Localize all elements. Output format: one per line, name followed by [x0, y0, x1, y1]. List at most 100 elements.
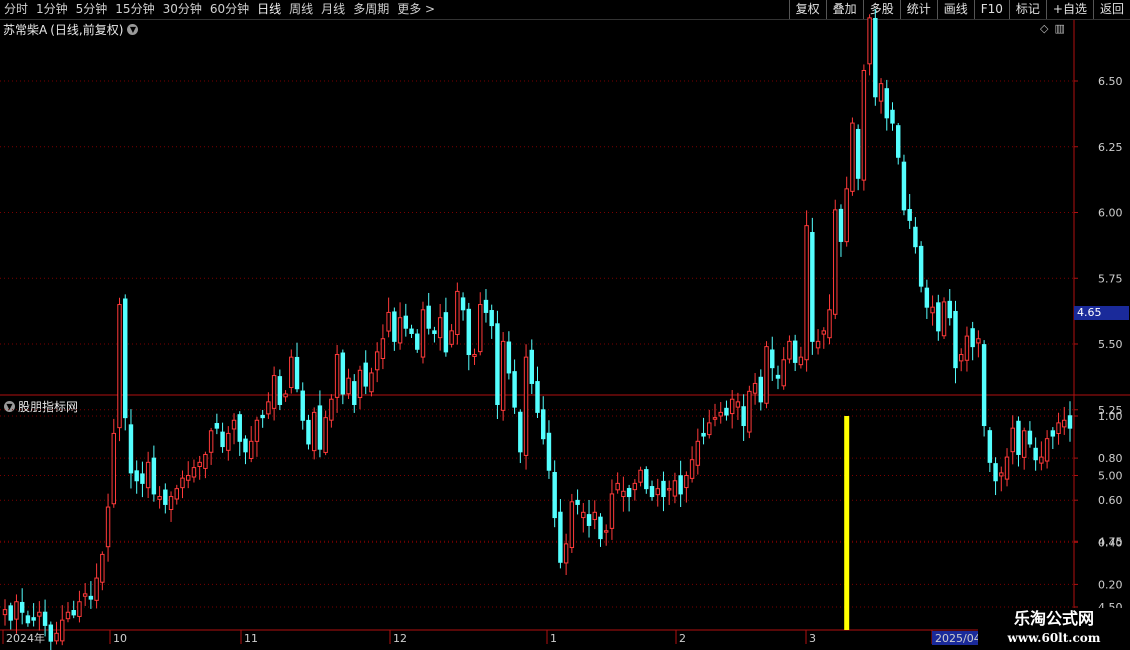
candle-body — [340, 352, 346, 395]
candle-body — [644, 469, 649, 490]
candle-body — [214, 423, 220, 429]
candle-body — [31, 617, 36, 621]
candle-body — [19, 601, 25, 613]
candle-body — [306, 419, 311, 445]
candle-body — [575, 499, 580, 505]
candle-body — [712, 417, 718, 420]
candle-body — [546, 432, 552, 471]
candle-body — [432, 330, 437, 334]
candle-body — [838, 208, 844, 242]
candle-body — [203, 453, 208, 469]
candle-body — [277, 376, 283, 405]
candle-body — [42, 611, 48, 626]
candle-body — [123, 298, 128, 419]
candle-body — [804, 225, 809, 361]
candle-body — [758, 376, 764, 403]
candle-body — [609, 493, 615, 529]
candle-body — [266, 401, 271, 415]
candle-body — [506, 341, 512, 374]
candle-body — [924, 287, 930, 308]
candle-body — [386, 311, 391, 332]
candle-body — [947, 300, 952, 319]
candle-body — [552, 472, 557, 519]
candle-body — [323, 417, 328, 453]
candle-body — [890, 109, 895, 124]
candle-body — [787, 340, 792, 360]
candle-body — [689, 459, 695, 479]
candle-body — [821, 330, 827, 335]
candle-body — [592, 511, 597, 520]
candle-body — [747, 390, 752, 433]
candle-body — [415, 333, 420, 350]
candle-body — [420, 309, 426, 358]
signal-bar — [844, 416, 850, 630]
candle-body — [60, 619, 65, 642]
candle-body — [403, 315, 409, 329]
candle-body — [208, 430, 214, 453]
candle-body — [729, 398, 735, 415]
candle-body — [603, 530, 609, 533]
candle-body — [289, 356, 294, 389]
candle-body — [77, 601, 82, 617]
candle-body — [855, 128, 861, 179]
candle-body — [964, 335, 970, 361]
candle-body — [392, 311, 397, 342]
candle-body — [380, 338, 386, 359]
candle-body — [157, 496, 162, 500]
candle-body — [220, 431, 225, 448]
candle-body — [94, 577, 99, 601]
candle-body — [512, 371, 517, 408]
candle-body — [14, 601, 19, 620]
candle-body — [472, 354, 477, 357]
candle-body — [678, 475, 683, 495]
candle-body — [2, 609, 8, 616]
candle-body — [941, 301, 947, 337]
candle-body — [254, 419, 260, 442]
candle-body — [930, 306, 935, 314]
candle-body — [300, 390, 305, 421]
x-tick-label: 2025/04 — [935, 632, 981, 645]
candle-body — [718, 411, 723, 417]
candle-body — [25, 615, 31, 624]
candle-body — [1004, 456, 1010, 480]
candle-body — [226, 432, 231, 451]
candle-body — [621, 490, 626, 498]
candle-body — [649, 486, 655, 498]
watermark: 乐淘公式网 www.60lt.com — [978, 608, 1130, 650]
candle-body — [443, 312, 449, 353]
candle-body — [500, 340, 506, 411]
y-tick-label: 6.50 — [1098, 75, 1123, 88]
kline-chart[interactable]: 6.506.256.005.755.505.255.004.754.501.00… — [0, 0, 1130, 650]
candle-body — [489, 310, 494, 327]
candle-body — [409, 328, 414, 334]
candle-body — [735, 401, 741, 408]
candle-body — [1027, 430, 1033, 445]
candle-body — [191, 467, 197, 478]
candle-body — [770, 349, 775, 369]
indicator-y-tick-label: 0.20 — [1098, 578, 1123, 591]
candle-body — [1021, 430, 1027, 458]
candle-body — [71, 610, 76, 616]
candle-body — [174, 488, 179, 500]
candle-body — [466, 308, 472, 356]
candle-body — [896, 125, 901, 158]
candle-body — [1039, 456, 1044, 464]
y-tick-label: 5.75 — [1098, 272, 1123, 285]
candle-body — [168, 496, 174, 511]
candle-body — [913, 226, 918, 248]
x-tick-label: 10 — [113, 632, 127, 645]
candle-body — [329, 398, 334, 421]
candle-body — [260, 414, 265, 419]
candle-body — [271, 375, 277, 409]
candle-body — [163, 489, 168, 505]
candle-body — [901, 161, 907, 211]
x-tick-label: 3 — [809, 632, 816, 645]
candle-body — [827, 309, 832, 339]
candle-body — [833, 209, 838, 315]
candle-body — [558, 511, 563, 563]
candle-body — [867, 17, 872, 65]
candle-body — [764, 346, 769, 404]
candle-body — [878, 83, 884, 102]
candle-body — [798, 356, 804, 366]
candle-body — [873, 17, 878, 98]
